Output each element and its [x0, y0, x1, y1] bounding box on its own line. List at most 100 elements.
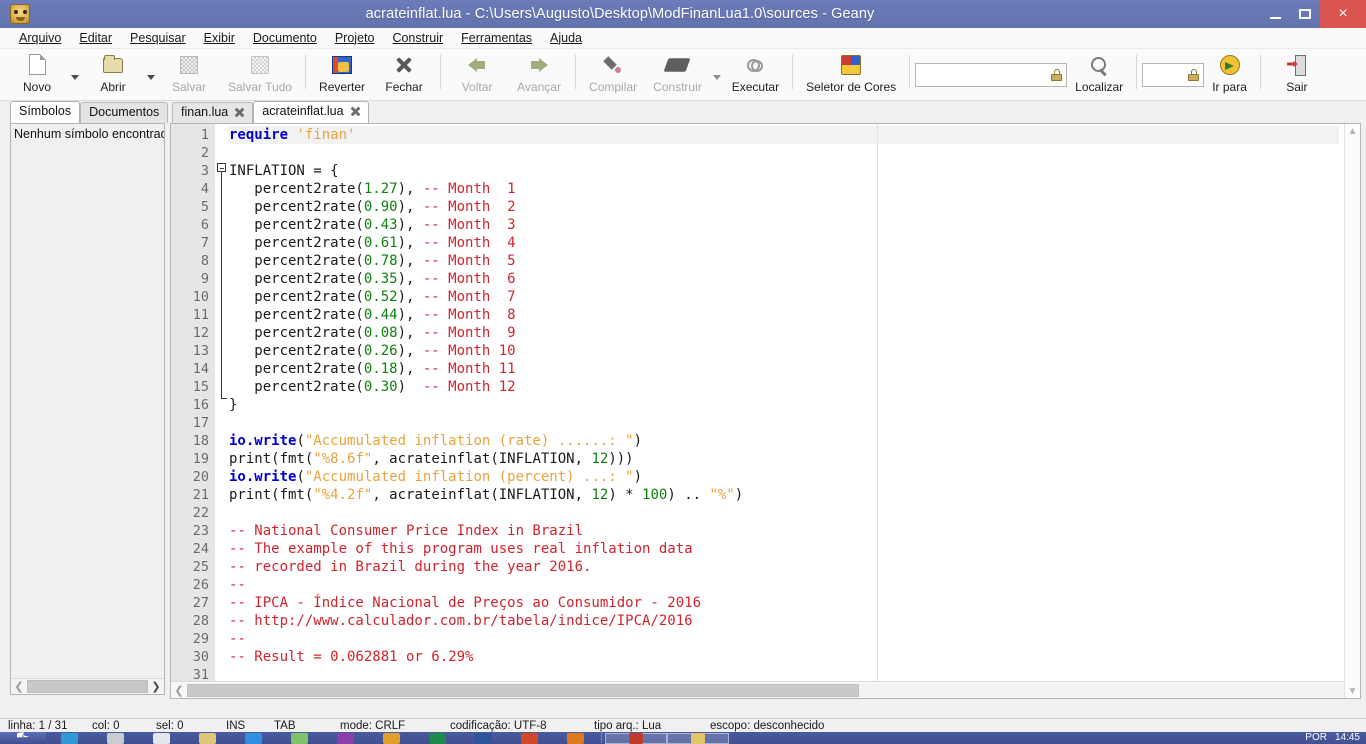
menu-exibir[interactable]: Exibir: [195, 29, 244, 48]
menu-editar[interactable]: Editar: [70, 29, 121, 48]
code-line[interactable]: -- IPCA - Índice Nacional de Preços ao C…: [229, 594, 1339, 612]
code-line[interactable]: INFLATION = {: [229, 162, 1339, 180]
code-line[interactable]: -- recorded in Brazil during the year 20…: [229, 558, 1339, 576]
editor-hscroll-thumb[interactable]: [187, 684, 859, 697]
rocket-icon[interactable]: [552, 732, 598, 744]
globe-icon[interactable]: [276, 732, 322, 744]
media-player-icon[interactable]: [322, 732, 368, 744]
sidebar-tab-documentos[interactable]: Documentos: [80, 102, 168, 123]
powerpoint-icon[interactable]: [506, 732, 552, 744]
toolbar-goto-button[interactable]: Ir para: [1204, 49, 1255, 99]
toolbar-save-all-button[interactable]: Salvar Tudo: [220, 49, 300, 99]
toolbar-compile-button[interactable]: Compilar: [581, 49, 645, 99]
source-code-text[interactable]: require 'finan' INFLATION = { percent2ra…: [229, 124, 1339, 682]
fold-margin[interactable]: [215, 124, 229, 682]
chevron-right-icon[interactable]: ❯: [148, 680, 164, 693]
winrar-icon[interactable]: [368, 732, 414, 744]
code-line[interactable]: io.write("Accumulated inflation (percent…: [229, 468, 1339, 486]
toolbar-close-button[interactable]: Fechar: [373, 49, 435, 99]
menu-ajuda[interactable]: Ajuda: [541, 29, 591, 48]
menu-projeto[interactable]: Projeto: [326, 29, 384, 48]
goto-line-input[interactable]: [1142, 63, 1204, 87]
toolbar-build-dropdown[interactable]: [710, 49, 724, 99]
editor-vertical-scrollbar[interactable]: ▲ ▼: [1344, 124, 1360, 699]
toolbar-new-dropdown[interactable]: [68, 49, 82, 99]
chevron-left-icon[interactable]: ❮: [11, 680, 27, 693]
code-line[interactable]: }: [229, 396, 1339, 414]
toolbar-forward-button[interactable]: Avançar: [508, 49, 570, 99]
toolbar-run-button[interactable]: Executar: [724, 49, 787, 99]
code-line[interactable]: -- Result = 0.062881 or 6.29%: [229, 648, 1339, 666]
code-line[interactable]: percent2rate(1.27), -- Month 1: [229, 180, 1339, 198]
maximize-button[interactable]: [1290, 0, 1320, 28]
toolbar-save-button[interactable]: Salvar: [158, 49, 220, 99]
chevron-left-icon[interactable]: ❮: [171, 684, 187, 697]
code-line[interactable]: percent2rate(0.52), -- Month 7: [229, 288, 1339, 306]
start-button[interactable]: [0, 732, 46, 744]
tray-language[interactable]: POR: [1305, 732, 1327, 743]
excel-icon[interactable]: [414, 732, 460, 744]
editor-horizontal-scrollbar[interactable]: ❮: [171, 681, 1346, 698]
toolbar-revert-button[interactable]: Reverter: [311, 49, 373, 99]
code-line[interactable]: print(fmt("%4.2f", acrateinflat(INFLATIO…: [229, 486, 1339, 504]
code-line[interactable]: [229, 144, 1339, 162]
code-line[interactable]: [229, 504, 1339, 522]
window-button-active[interactable]: [605, 733, 667, 744]
code-line[interactable]: percent2rate(0.18), -- Month 11: [229, 360, 1339, 378]
code-line[interactable]: percent2rate(0.43), -- Month 3: [229, 216, 1339, 234]
editor-tab-acrateinflat[interactable]: acrateinflat.lua: [253, 101, 368, 123]
toolbar-quit-button[interactable]: Sair: [1266, 49, 1328, 99]
search-input[interactable]: [915, 63, 1067, 87]
editor-hscroll-track[interactable]: [187, 684, 1346, 697]
code-line[interactable]: -- National Consumer Price Index in Braz…: [229, 522, 1339, 540]
window-button-geany[interactable]: [667, 733, 729, 744]
menu-pesquisar[interactable]: Pesquisar: [121, 29, 195, 48]
menu-construir[interactable]: Construir: [383, 29, 452, 48]
sidebar-scroll-track[interactable]: [27, 680, 148, 693]
code-line[interactable]: percent2rate(0.30) -- Month 12: [229, 378, 1339, 396]
internet-explorer-icon[interactable]: [46, 732, 92, 744]
sidebar-tab-simbolos[interactable]: Símbolos: [10, 101, 80, 123]
close-button[interactable]: ×: [1320, 0, 1366, 28]
code-line[interactable]: require 'finan': [229, 126, 1339, 144]
explorer-folder-icon[interactable]: [184, 732, 230, 744]
minimize-button[interactable]: [1260, 0, 1290, 28]
printer-icon[interactable]: [92, 732, 138, 744]
code-line[interactable]: percent2rate(0.78), -- Month 5: [229, 252, 1339, 270]
toolbar-build-button[interactable]: Construir: [645, 49, 710, 99]
code-line[interactable]: percent2rate(0.26), -- Month 10: [229, 342, 1339, 360]
toolbar-find-button[interactable]: Localizar: [1067, 49, 1131, 99]
tab-close-icon[interactable]: [350, 106, 361, 117]
notepad-icon[interactable]: [138, 732, 184, 744]
tab-close-icon[interactable]: [234, 107, 245, 118]
code-editor[interactable]: 1234567891011121314151617181920212223242…: [170, 123, 1361, 699]
menu-ferramentas[interactable]: Ferramentas: [452, 29, 541, 48]
sidebar-horizontal-scrollbar[interactable]: ❮ ❯: [11, 678, 164, 694]
toolbar-open-button[interactable]: Abrir: [82, 49, 144, 99]
menu-arquivo[interactable]: Arquivo: [10, 29, 70, 48]
code-line[interactable]: percent2rate(0.08), -- Month 9: [229, 324, 1339, 342]
code-line[interactable]: -- http://www.calculador.com.br/tabela/i…: [229, 612, 1339, 630]
toolbar-new-button[interactable]: Novo: [6, 49, 68, 99]
collapse-fold-icon[interactable]: [217, 163, 226, 172]
toolbar-color-picker-button[interactable]: Seletor de Cores: [798, 49, 904, 99]
code-line[interactable]: io.write("Accumulated inflation (rate) .…: [229, 432, 1339, 450]
code-line[interactable]: [229, 666, 1339, 682]
code-line[interactable]: print(fmt("%8.6f", acrateinflat(INFLATIO…: [229, 450, 1339, 468]
chevron-down-icon[interactable]: ▼: [1348, 684, 1358, 699]
word-icon[interactable]: [460, 732, 506, 744]
editor-tab-finan[interactable]: finan.lua: [172, 102, 253, 123]
dropbox-icon[interactable]: [230, 732, 276, 744]
code-line[interactable]: percent2rate(0.90), -- Month 2: [229, 198, 1339, 216]
toolbar-back-button[interactable]: Voltar: [446, 49, 508, 99]
code-line[interactable]: percent2rate(0.44), -- Month 8: [229, 306, 1339, 324]
menu-documento[interactable]: Documento: [244, 29, 326, 48]
chevron-up-icon[interactable]: ▲: [1348, 124, 1358, 139]
tray-clock[interactable]: 14:45: [1335, 732, 1360, 743]
code-line[interactable]: percent2rate(0.35), -- Month 6: [229, 270, 1339, 288]
code-line[interactable]: --: [229, 630, 1339, 648]
code-line[interactable]: [229, 414, 1339, 432]
code-line[interactable]: percent2rate(0.61), -- Month 4: [229, 234, 1339, 252]
sidebar-scroll-thumb[interactable]: [27, 680, 148, 693]
code-line[interactable]: -- The example of this program uses real…: [229, 540, 1339, 558]
